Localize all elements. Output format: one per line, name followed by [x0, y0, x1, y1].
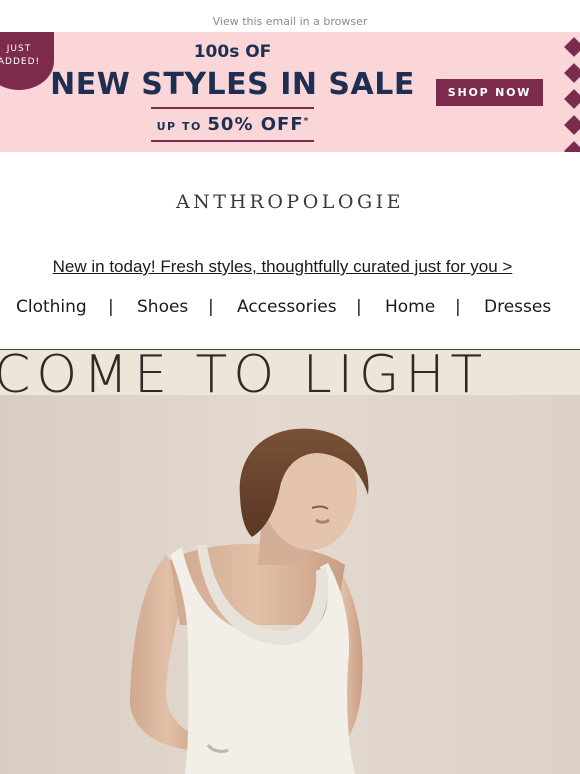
banner-rule-top — [151, 107, 314, 109]
brand-logo[interactable]: ANTHROPOLOGIE — [0, 191, 580, 213]
hero-headline: COME TO LIGHT — [0, 349, 489, 396]
banner-kicker: 100s OF — [193, 42, 272, 62]
banner-offer: UP TO 50% OFF* — [151, 114, 314, 135]
diamond-decoration — [564, 141, 580, 152]
nav-item-clothing[interactable]: Clothing — [16, 297, 87, 317]
new-in-today-link[interactable]: New in today! Fresh styles, thoughtfully… — [0, 257, 565, 277]
nav-separator: | — [108, 297, 114, 317]
shop-now-button[interactable]: SHOP NOW — [436, 79, 543, 106]
nav-item-shoes[interactable]: Shoes — [137, 297, 188, 317]
hero-model-photo[interactable] — [0, 395, 580, 774]
hero-headline-band[interactable]: COME TO LIGHT — [0, 349, 580, 396]
offer-asterisk: * — [303, 116, 309, 127]
sale-banner[interactable]: JUST ADDED! 100s OF NEW STYLES IN SALE U… — [0, 32, 580, 152]
nav-separator: | — [455, 297, 461, 317]
banner-rule-bottom — [151, 140, 314, 142]
nav-item-home[interactable]: Home — [385, 297, 435, 317]
offer-amount: 50% OFF — [207, 114, 304, 135]
nav-separator: | — [356, 297, 362, 317]
offer-prefix: UP TO — [156, 120, 202, 133]
diamond-decoration — [564, 63, 580, 83]
nav-separator: | — [208, 297, 214, 317]
diamond-decoration — [564, 37, 580, 57]
nav-item-dresses[interactable]: Dresses — [484, 297, 551, 317]
model-illustration — [129, 428, 369, 774]
category-nav: Clothing | Shoes | Accessories | Home | … — [0, 297, 580, 321]
diamond-decoration — [564, 115, 580, 135]
nav-item-accessories[interactable]: Accessories — [237, 297, 337, 317]
view-in-browser-link[interactable]: View this email in a browser — [0, 0, 580, 32]
diamond-decoration — [564, 89, 580, 109]
banner-headline: NEW STYLES IN SALE — [50, 67, 415, 102]
